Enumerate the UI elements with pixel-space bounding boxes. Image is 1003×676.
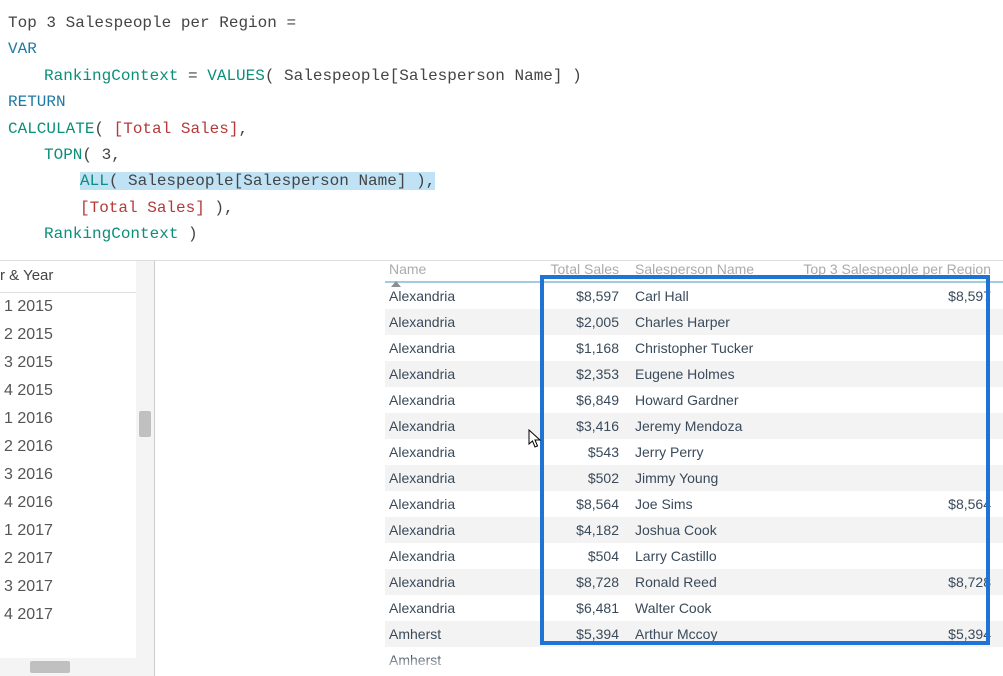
return-keyword: RETURN <box>8 93 66 111</box>
values-function: VALUES <box>207 67 265 85</box>
scrollbar-thumb[interactable] <box>30 661 70 673</box>
table-row[interactable]: Alexandria$8,597Carl Hall$8,597 <box>385 283 1003 309</box>
table-row[interactable]: Alexandria$6,849Howard Gardner <box>385 387 1003 413</box>
cell-salesperson: Charles Harper <box>635 314 785 330</box>
cell-total-sales: $1,168 <box>475 340 635 356</box>
cell-name: Alexandria <box>385 418 475 434</box>
cell-top3: $8,597 <box>785 288 1003 304</box>
slicer-item[interactable]: 3 2017 <box>0 573 154 601</box>
cell-total-sales: $8,564 <box>475 496 635 512</box>
cell-salesperson: Jimmy Young <box>635 470 785 486</box>
cell-top3: $8,564 <box>785 496 1003 512</box>
slicer-item[interactable]: 3 2015 <box>0 349 154 377</box>
cell-salesperson: Carl Hall <box>635 288 785 304</box>
cell-total-sales: $6,481 <box>475 600 635 616</box>
table-row[interactable]: Alexandria$2,005Charles Harper <box>385 309 1003 335</box>
column-header-top3[interactable]: Top 3 Salespeople per Region <box>785 261 1003 277</box>
variable-name: RankingContext <box>44 67 178 85</box>
table-row[interactable]: Alexandria$1,168Christopher Tucker <box>385 335 1003 361</box>
column-header-total-sales[interactable]: Total Sales <box>475 261 635 277</box>
slicer-item[interactable]: 1 2016 <box>0 405 154 433</box>
data-table[interactable]: Name Total Sales Salesperson Name Top 3 … <box>385 261 1003 676</box>
cell-total-sales: $2,353 <box>475 366 635 382</box>
column-header-salesperson[interactable]: Salesperson Name <box>635 261 785 277</box>
calculate-function: CALCULATE <box>8 120 94 138</box>
cell-top3: $5,394 <box>785 626 1003 642</box>
slicer-item[interactable]: 3 2016 <box>0 461 154 489</box>
cell-name: Alexandria <box>385 340 475 356</box>
cell-total-sales: $502 <box>475 470 635 486</box>
cell-total-sales: $543 <box>475 444 635 460</box>
slicer-item[interactable]: 4 2017 <box>0 601 154 629</box>
cell-name: Alexandria <box>385 366 475 382</box>
slicer-header: r & Year <box>0 261 154 293</box>
cell-salesperson: Jerry Perry <box>635 444 785 460</box>
cell-name: Alexandria <box>385 314 475 330</box>
topn-function: TOPN <box>44 146 82 164</box>
cell-total-sales: $3,416 <box>475 418 635 434</box>
table-row[interactable]: Alexandria$502Jimmy Young <box>385 465 1003 491</box>
cell-name: Alexandria <box>385 574 475 590</box>
slicer-panel[interactable]: r & Year 1 20152 20153 20154 20151 20162… <box>0 261 155 676</box>
cell-name: Alexandria <box>385 470 475 486</box>
table-row[interactable]: Alexandria$8,728Ronald Reed$8,728 <box>385 569 1003 595</box>
var-keyword: VAR <box>8 40 37 58</box>
cell-total-sales: $504 <box>475 548 635 564</box>
table-row[interactable]: Alexandria$504Larry Castillo <box>385 543 1003 569</box>
scrollbar-thumb[interactable] <box>139 411 151 437</box>
cell-name: Amherst <box>385 626 475 642</box>
slicer-item[interactable]: 4 2015 <box>0 377 154 405</box>
table-row[interactable]: Alexandria$2,353Eugene Holmes <box>385 361 1003 387</box>
cell-name: Alexandria <box>385 600 475 616</box>
slicer-vertical-scrollbar[interactable] <box>136 261 154 658</box>
cell-name: Alexandria <box>385 288 475 304</box>
table-row[interactable]: Alexandria$4,182Joshua Cook <box>385 517 1003 543</box>
cell-total-sales: $5,394 <box>475 626 635 642</box>
cell-name: Alexandria <box>385 548 475 564</box>
cell-salesperson: Ronald Reed <box>635 574 785 590</box>
cell-salesperson: Arthur Mccoy <box>635 626 785 642</box>
cell-name: Alexandria <box>385 522 475 538</box>
cell-salesperson: Joe Sims <box>635 496 785 512</box>
slicer-item[interactable]: 2 2015 <box>0 321 154 349</box>
table-header-row: Name Total Sales Salesperson Name Top 3 … <box>385 261 1003 283</box>
measure-name: Top 3 Salespeople per Region <box>8 14 277 32</box>
table-row[interactable]: Alexandria$3,416Jeremy Mendoza <box>385 413 1003 439</box>
cell-total-sales: $8,728 <box>475 574 635 590</box>
cell-total-sales: $8,597 <box>475 288 635 304</box>
slicer-item[interactable]: 2 2016 <box>0 433 154 461</box>
slicer-item[interactable]: 4 2016 <box>0 489 154 517</box>
cell-total-sales: $2,005 <box>475 314 635 330</box>
cell-salesperson: Walter Cook <box>635 600 785 616</box>
cell-name: Alexandria <box>385 496 475 512</box>
slicer-item[interactable]: 1 2017 <box>0 517 154 545</box>
slicer-item[interactable]: 2 2017 <box>0 545 154 573</box>
cell-salesperson: Eugene Holmes <box>635 366 785 382</box>
cell-name: Alexandria <box>385 444 475 460</box>
cell-salesperson: Howard Gardner <box>635 392 785 408</box>
cell-salesperson: Jeremy Mendoza <box>635 418 785 434</box>
cell-top3: $8,728 <box>785 574 1003 590</box>
cell-name: Alexandria <box>385 392 475 408</box>
table-row[interactable]: Alexandria$6,481Walter Cook <box>385 595 1003 621</box>
column-header-name[interactable]: Name <box>389 261 426 277</box>
table-row[interactable]: Alexandria$8,564Joe Sims$8,564 <box>385 491 1003 517</box>
selected-text: ALL( Salespeople[Salesperson Name] ), <box>80 172 435 190</box>
cell-salesperson: Christopher Tucker <box>635 340 785 356</box>
formula-bar[interactable]: Top 3 Salespeople per Region = VAR Ranki… <box>0 0 1003 261</box>
table-row[interactable]: Alexandria$543Jerry Perry <box>385 439 1003 465</box>
cell-total-sales: $6,849 <box>475 392 635 408</box>
slicer-horizontal-scrollbar[interactable] <box>0 658 154 676</box>
slicer-item[interactable]: 1 2015 <box>0 293 154 321</box>
cell-salesperson: Larry Castillo <box>635 548 785 564</box>
cell-total-sales: $4,182 <box>475 522 635 538</box>
table-row[interactable]: Amherst$5,394Arthur Mccoy$5,394 <box>385 621 1003 647</box>
cell-salesperson: Joshua Cook <box>635 522 785 538</box>
